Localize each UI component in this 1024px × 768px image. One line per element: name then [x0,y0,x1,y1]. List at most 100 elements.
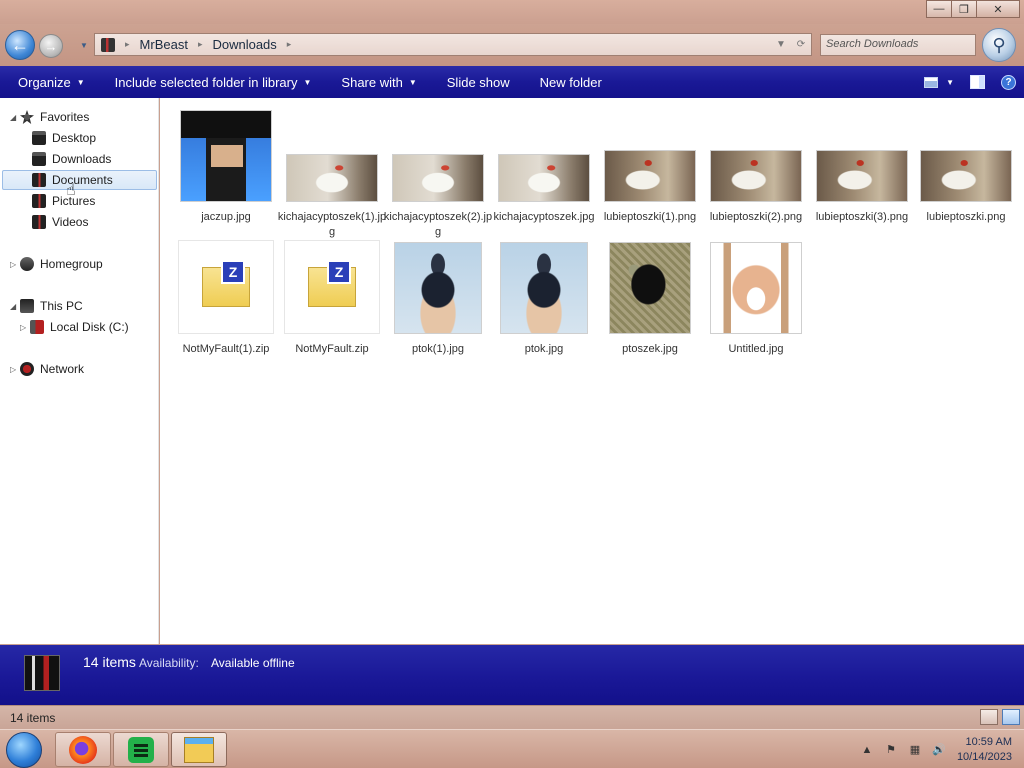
chevron-down-icon: ▼ [76,77,85,87]
image-thumbnail [394,242,482,334]
close-button[interactable]: ✕ [976,0,1020,18]
sidebar-item-videos[interactable]: Videos [32,212,88,232]
clock-date: 10/14/2023 [956,750,1012,763]
documents-folder-icon [32,173,46,187]
start-button[interactable] [6,732,42,768]
taskbar-firefox[interactable] [55,732,111,767]
file-name: NotMyFault(1).zip [182,343,270,355]
chevron-down-icon[interactable]: ▼ [771,39,791,50]
sidebar-item-local-disk[interactable]: ▷ Local Disk (C:) [20,317,129,337]
new-folder-button[interactable]: New folder [528,66,614,98]
breadcrumb-separator[interactable]: ▸ [287,39,292,50]
maximize-button[interactable]: ❐ [951,0,977,18]
chevron-down-icon: ▼ [303,77,312,87]
file-name: ptoszek.jpg [622,343,678,355]
collapse-triangle-icon[interactable]: ◢ [10,302,20,311]
breadcrumb-separator[interactable]: ▸ [125,39,130,50]
change-view-button[interactable]: ▼ [924,76,954,88]
taskbar-file-explorer[interactable] [171,732,227,767]
file-name: lubieptoszki.png [926,211,1006,223]
forward-button[interactable]: → [39,34,63,58]
sidebar-item-this-pc[interactable]: ◢ This PC [10,296,83,316]
volume-icon[interactable]: 🔊 [931,743,947,757]
search-input[interactable]: Search Downloads [820,34,976,56]
network-icon[interactable]: ▦ [907,743,923,757]
file-name: kichajacyptoszek(2).jpg [383,211,493,238]
file-name: kichajacyptoszek(1).jpg [277,211,387,238]
sidebar-item-label: Videos [52,215,89,229]
image-thumbnail [498,154,590,202]
details-pane: 14 items Availability: Available offline [0,645,1024,705]
file-list: jaczup.jpg kichajacyptoszek(1).jpg kicha… [160,98,1024,644]
sidebar-item-pictures[interactable]: Pictures [32,191,95,211]
system-tray: ▲ ⚑ ▦ 🔊 10:59 AM 10/14/2023 [851,730,1024,768]
preview-pane-icon[interactable] [970,75,985,89]
file-name: kichajacyptoszek.jpg [493,211,595,223]
sidebar-item-favorites[interactable]: ◢ Favorites [10,107,89,127]
pictures-folder-icon [32,194,46,208]
availability-label: Availability: [139,656,199,670]
image-thumbnail [286,154,378,202]
expand-triangle-icon[interactable]: ▷ [20,323,30,332]
sidebar-item-label: Downloads [52,152,112,166]
show-hidden-icons-icon[interactable]: ▲ [859,743,875,757]
network-icon [20,362,34,376]
include-library-label: Include selected folder in library [114,74,298,90]
sidebar-item-label: Favorites [40,110,90,124]
spotify-icon [128,736,154,763]
expand-triangle-icon[interactable]: ▷ [10,365,20,374]
compressed-folder-icon [202,260,250,307]
sidebar-item-downloads[interactable]: Downloads [32,149,111,169]
breadcrumb-mrbeast[interactable]: MrBeast [140,37,188,52]
sidebar-item-homegroup[interactable]: ▷ Homegroup [10,254,103,274]
image-thumbnail [710,150,802,202]
collapse-triangle-icon[interactable]: ◢ [10,113,20,122]
videos-folder-icon [32,215,46,229]
recent-locations-dropdown[interactable]: ▼ [80,41,88,50]
details-view-icon[interactable] [980,709,998,725]
zip-file-icon [178,240,274,334]
include-in-library-button[interactable]: Include selected folder in library ▼ [103,66,324,98]
file-name: ptok(1).jpg [412,343,464,355]
image-thumbnail [816,150,908,202]
back-button[interactable]: ← [5,30,35,60]
breadcrumb-downloads[interactable]: Downloads [212,37,276,52]
sidebar-item-label: Documents [52,173,113,187]
share-with-button[interactable]: Share with ▼ [329,66,428,98]
refresh-icon[interactable]: ⟳ [791,39,811,50]
mouse-cursor-icon: ☝ [66,182,76,199]
status-bar: 14 items [0,705,1024,729]
sidebar-item-label: Network [40,362,85,376]
view-toggle [980,709,1020,725]
large-icons-view-icon[interactable] [1002,709,1020,725]
breadcrumb-separator[interactable]: ▸ [198,39,203,50]
taskbar-spotify[interactable] [113,732,169,767]
organize-button[interactable]: Organize ▼ [6,66,97,98]
search-button[interactable]: ⚲ [982,28,1016,62]
expand-triangle-icon[interactable]: ▷ [10,260,20,269]
file-name: Untitled.jpg [728,343,784,355]
address-bar[interactable]: ▸ MrBeast ▸ Downloads ▸ ▼ ⟳ [94,33,812,56]
action-center-flag-icon[interactable]: ⚑ [883,743,899,757]
back-arrow-icon: ← [11,34,29,55]
sidebar-item-network[interactable]: ▷ Network [10,359,84,379]
help-icon[interactable]: ? [1001,74,1016,90]
file-name: lubieptoszki(2).png [709,211,803,223]
status-item-count: 14 items [10,711,56,725]
forward-arrow-icon: → [44,38,58,54]
sidebar-item-desktop[interactable]: Desktop [32,128,96,148]
command-bar: Organize ▼ Include selected folder in lib… [0,66,1024,98]
minimize-button[interactable]: — [926,0,952,18]
title-bar: — ❐ ✕ [0,0,1024,24]
slide-show-button[interactable]: Slide show [435,66,522,98]
item-count: 14 items [83,654,136,670]
downloads-folder-icon [32,152,46,166]
window-controls: — ❐ ✕ [926,0,1020,18]
computer-icon [20,299,34,313]
sidebar-item-label: Local Disk (C:) [50,320,129,334]
chevron-down-icon: ▼ [946,77,954,87]
folder-icon [101,37,115,52]
clock[interactable]: 10:59 AM 10/14/2023 [957,735,1012,765]
sidebar-item-documents[interactable]: Documents [2,170,157,190]
view-controls: ▼ ? [924,66,1016,98]
